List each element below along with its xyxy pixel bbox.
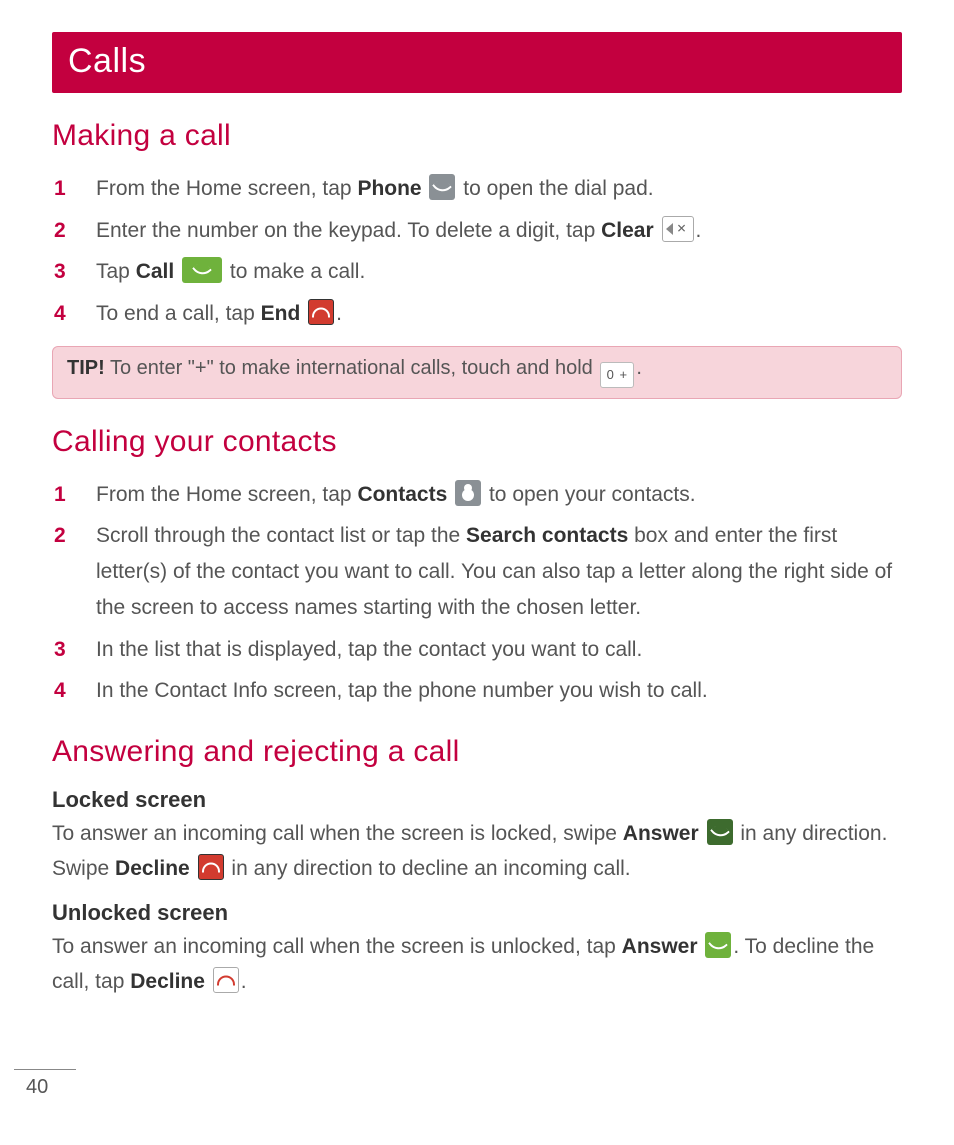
steps-contacts: From the Home screen, tap Contacts to op… bbox=[52, 477, 902, 709]
step-2: Enter the number on the keypad. To delet… bbox=[52, 213, 902, 249]
step-1: From the Home screen, tap Contacts to op… bbox=[52, 477, 902, 513]
unlocked-paragraph: To answer an incoming call when the scre… bbox=[52, 930, 902, 999]
decline-icon bbox=[213, 967, 239, 993]
zero-plus-key-icon: 0 + bbox=[600, 362, 634, 388]
step-3: In the list that is displayed, tap the c… bbox=[52, 632, 902, 668]
call-icon bbox=[182, 257, 222, 283]
steps-making: From the Home screen, tap Phone to open … bbox=[52, 171, 902, 332]
contacts-icon bbox=[455, 480, 481, 506]
page-title-bar: Calls bbox=[52, 32, 902, 93]
subheading-locked: Locked screen bbox=[52, 787, 902, 813]
end-call-icon bbox=[308, 299, 334, 325]
section-heading-making: Making a call bbox=[52, 119, 902, 153]
decline-icon bbox=[198, 854, 224, 880]
step-4: In the Contact Info screen, tap the phon… bbox=[52, 673, 902, 709]
section-heading-contacts: Calling your contacts bbox=[52, 425, 902, 459]
section-heading-answer: Answering and rejecting a call bbox=[52, 735, 902, 769]
phone-icon bbox=[429, 174, 455, 200]
page-title: Calls bbox=[68, 42, 146, 80]
answer-icon bbox=[707, 819, 733, 845]
step-3: Tap Call to make a call. bbox=[52, 254, 902, 290]
answer-icon bbox=[705, 932, 731, 958]
page-number-wrap: 40 bbox=[14, 1069, 76, 1099]
locked-paragraph: To answer an incoming call when the scre… bbox=[52, 817, 902, 886]
tip-label: TIP! bbox=[67, 357, 105, 379]
step-1: From the Home screen, tap Phone to open … bbox=[52, 171, 902, 207]
clear-icon bbox=[662, 216, 694, 242]
page-number: 40 bbox=[14, 1076, 76, 1099]
step-2: Scroll through the contact list or tap t… bbox=[52, 518, 902, 625]
subheading-unlocked: Unlocked screen bbox=[52, 900, 902, 926]
tip-box: TIP! To enter "+" to make international … bbox=[52, 346, 902, 399]
step-4: To end a call, tap End . bbox=[52, 296, 902, 332]
